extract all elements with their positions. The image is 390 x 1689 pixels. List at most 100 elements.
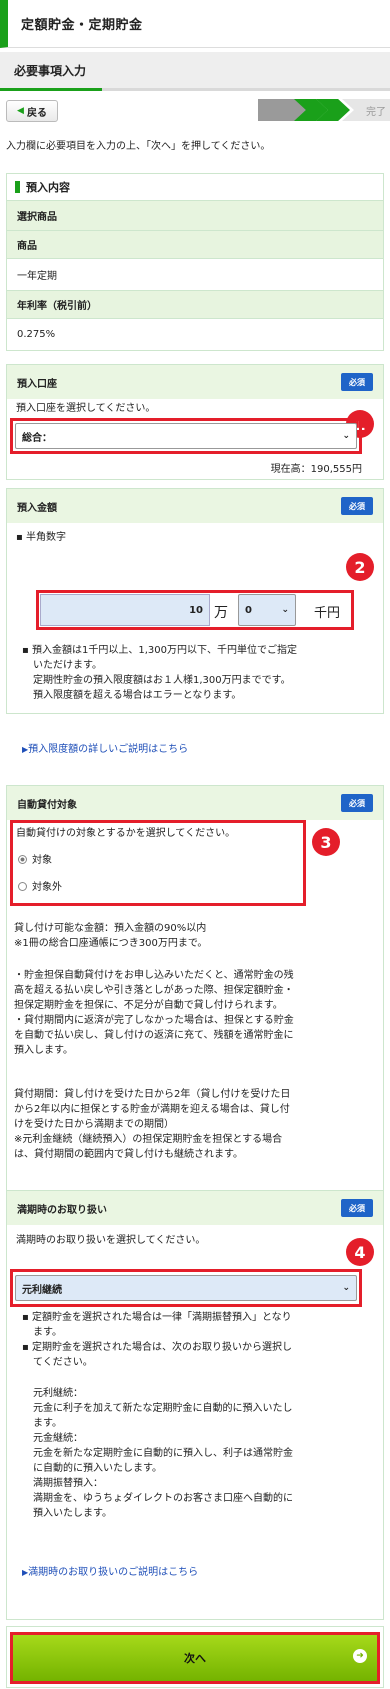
maturity-note-line: 元利継続： — [33, 1388, 83, 1399]
detail-label: 選択商品 — [17, 212, 57, 223]
account-balance: 現在高：190,555円 — [270, 464, 362, 475]
unit-man-label: 万 — [214, 605, 228, 621]
loan-note-line: 預入します。 — [14, 1045, 73, 1056]
loan-note-line: ※1冊の総合口座通帳につき300万円まで。 — [14, 938, 208, 949]
amount-box-header: 預入金額 必須 — [7, 489, 383, 523]
detail-row: 0.275% — [6, 319, 384, 351]
sub-header: 必要事項入力 — [0, 52, 390, 88]
amount-note-line: 預入金額は1千円以上、1,300万円以下、千円単位でご指定 — [31, 645, 297, 656]
maturity-note-line: に自動的に預入いたします。 — [33, 1463, 162, 1474]
detail-row: 一年定期 — [6, 259, 384, 291]
loan-note-line: ・貸付期間内に返済が完了しなかった場合は、担保とする貯金 — [14, 1015, 294, 1026]
loan-note-line: 貸し付け可能な金額：預入金額の90%以内 — [14, 923, 207, 934]
chevron-down-icon: ⌄ — [342, 431, 350, 441]
loan-note-line: ※元利金継続（継続預入）の担保定期貯金を担保とする場合 — [14, 1134, 283, 1145]
radio-unselected-icon[interactable] — [18, 882, 27, 891]
maturity-note-line: 元金継続： — [33, 1433, 83, 1444]
maturity-selected-value: 元利継続 — [22, 1284, 62, 1296]
page-title: 定額貯金・定期貯金 — [21, 18, 143, 33]
amount-limit-link-text: 預入限度額の詳しいご説明はこちら — [28, 744, 189, 755]
maturity-note-line: 満期金を、ゆうちょダイレクトのお客さま口座へ自動的に — [33, 1493, 293, 1504]
detail-value: 一年定期 — [17, 271, 57, 282]
loan-note-line: 貸付期間：貸し付けを受けた日から2年（貸し付けを受けた日 — [14, 1089, 291, 1100]
account-title: 預入口座 — [17, 378, 57, 390]
marker-4: 4 — [346, 1238, 374, 1266]
section-bar-icon — [15, 181, 20, 193]
next-button-label: 次へ — [184, 1652, 206, 1665]
maturity-note-line: 定期貯金を選択された場合は、次のお取り扱いから選択し — [31, 1342, 292, 1353]
radio-label: 対象外 — [32, 882, 62, 893]
account-selected-value: 総合： — [22, 432, 52, 444]
maturity-note: ▪ 定期貯金を選択された場合は、次のお取り扱いから選択し — [22, 1342, 292, 1353]
back-label: 戻る — [26, 107, 47, 119]
maturity-note-line: ます。 — [33, 1327, 62, 1338]
intro-text: 入力欄に必要項目を入力の上、「次へ」を押してください。 — [6, 141, 271, 152]
account-select[interactable]: 総合： ⌄ — [15, 423, 357, 449]
maturity-note-line: てください。 — [33, 1357, 93, 1368]
required-badge: 必須 — [341, 373, 373, 391]
maturity-note-line: 元金を新たな定期貯金に自動的に預入し、利子は通常貯金 — [33, 1448, 293, 1459]
step-indicator: 完了 — [258, 97, 390, 123]
marker-3: 3 — [312, 828, 340, 856]
radio-selected-icon[interactable] — [18, 855, 27, 864]
maturity-note: ▪ 定額貯金を選択された場合は一律「満期振替預入」となり — [22, 1312, 292, 1323]
amount-hint: ▪ 半角数字 — [16, 532, 66, 543]
step-complete-label: 完了 — [366, 106, 386, 118]
amount-note: ▪ 預入金額は1千円以上、1,300万円以下、千円単位でご指定 — [22, 645, 297, 656]
deposit-section-header: 預入内容 — [6, 173, 384, 201]
page-header: 定額貯金・定期貯金 — [0, 0, 390, 48]
amount-note-line: いただけます。 — [33, 660, 102, 671]
amount-title: 預入金額 — [17, 502, 57, 514]
maturity-note-line: 元金に利子を加えて新たな定期貯金に自動的に預入いたし — [33, 1403, 293, 1414]
maturity-info-link[interactable]: ▶満期時のお取り扱いのご説明はこちら — [22, 1563, 198, 1578]
detail-row: 年利率（税引前） — [6, 291, 384, 319]
amount-sen-value: 0 — [245, 604, 252, 616]
back-arrow-icon: ◀ — [17, 106, 24, 116]
loan-note-line: けを受けた日から満期までの期間） — [14, 1119, 174, 1130]
auto-loan-instruction: 自動貸付けの対象とするかを選択してください。 — [16, 828, 236, 839]
maturity-note-line: 預入いたします。 — [33, 1508, 112, 1519]
deposit-section-title: 預入内容 — [26, 181, 70, 194]
detail-value: 0.275% — [17, 329, 56, 340]
loan-note-line: から2年以内に担保とする貯金が満期を迎える場合は、貸し付 — [14, 1104, 290, 1115]
unit-sen-label: 千円 — [314, 606, 341, 621]
required-badge: 必須 — [341, 794, 373, 812]
maturity-note-line: ます。 — [33, 1418, 62, 1429]
maturity-box-header: 満期時のお取り扱い 必須 — [7, 1191, 383, 1225]
detail-label: 商品 — [17, 241, 37, 252]
amount-note-line: 預入限度額を超える場合はエラーとなります。 — [33, 690, 242, 701]
sub-title: 必要事項入力 — [14, 63, 87, 78]
detail-row: 商品 — [6, 231, 384, 259]
detail-label: 年利率（税引前） — [17, 301, 97, 312]
next-button[interactable]: 次へ ➜ — [10, 1632, 380, 1684]
auto-loan-title: 自動貸付対象 — [17, 799, 77, 811]
maturity-info-link-text: 満期時のお取り扱いのご説明はこちら — [28, 1567, 199, 1578]
auto-loan-box-header: 自動貸付対象 必須 — [7, 786, 383, 820]
arrow-right-circle-icon: ➜ — [353, 1649, 367, 1663]
loan-note-line: 担保定期貯金を担保に、不足分が自動で貸し付けられます。 — [14, 1000, 283, 1011]
loan-note-line: を自動で払い戻し、貸し付けの返済に充て、残額を通常貯金に — [14, 1030, 294, 1041]
radio-option-nontarget[interactable]: 対象外 — [18, 880, 62, 895]
maturity-title: 満期時のお取り扱い — [17, 1204, 107, 1216]
amount-hint-text: 半角数字 — [25, 532, 66, 543]
amount-man-input[interactable]: 10 — [40, 594, 210, 626]
maturity-note-line: 定額貯金を選択された場合は一律「満期振替預入」となり — [31, 1312, 292, 1323]
chevron-down-icon: ⌄ — [342, 1283, 350, 1293]
radio-label: 対象 — [32, 855, 52, 866]
account-instruction: 預入口座を選択してください。 — [16, 403, 156, 414]
progress-underline — [0, 88, 390, 91]
back-button[interactable]: ◀ 戻る — [6, 100, 58, 122]
loan-note-line: ・貯金担保自動貸付けをお申し込みいただくと、通常貯金の残 — [14, 970, 294, 981]
amount-man-value: 10 — [189, 604, 203, 616]
radio-option-target[interactable]: 対象 — [18, 853, 52, 868]
detail-row: 選択商品 — [6, 201, 384, 231]
required-badge: 必須 — [341, 497, 373, 515]
amount-sen-select[interactable]: 0 ⌄ — [238, 594, 296, 626]
required-badge: 必須 — [341, 1199, 373, 1217]
chevron-down-icon: ⌄ — [281, 605, 289, 615]
maturity-note-line: 満期振替預入： — [33, 1478, 103, 1489]
maturity-select[interactable]: 元利継続 ⌄ — [15, 1275, 357, 1301]
amount-limit-link[interactable]: ▶預入限度額の詳しいご説明はこちら — [22, 740, 188, 755]
amount-note-line: 定期性貯金の預入限度額はお１人様1,300万円までです。 — [33, 675, 291, 686]
loan-note-line: は、貸付期間の範囲内で貸し付けも継続されます。 — [14, 1149, 243, 1160]
